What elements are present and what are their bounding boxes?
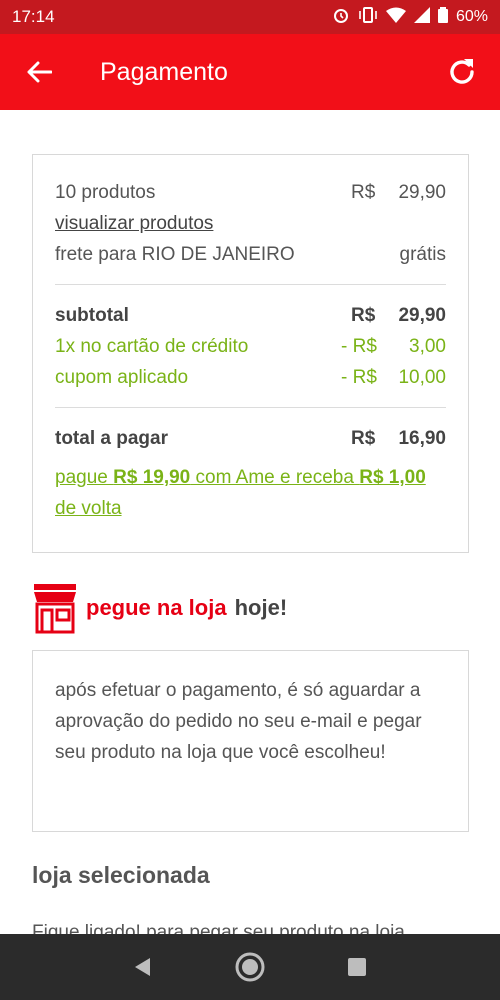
- nav-recents-button[interactable]: [337, 947, 377, 987]
- triangle-back-icon: [135, 958, 151, 976]
- app-bar: Pagamento: [0, 34, 500, 110]
- pickup-info-card: após efetuar o pagamento, é só aguardar …: [32, 650, 469, 832]
- amount: 29,90: [398, 182, 446, 203]
- ame-text: com Ame e receba: [190, 467, 360, 488]
- ame-text: pague: [55, 467, 114, 488]
- selected-store-text: Fique ligado! para pegar seu produto na …: [32, 922, 405, 934]
- status-time: 17:14: [12, 7, 55, 26]
- selected-store-title: loja selecionada: [32, 862, 210, 888]
- wifi-icon: [385, 7, 406, 28]
- status-icons: 60%: [332, 6, 488, 29]
- products-amount: R$ 29,90: [351, 177, 446, 208]
- amount: 10,00: [398, 367, 446, 388]
- refresh-icon: [450, 59, 474, 84]
- subtotal-label: subtotal: [55, 305, 129, 326]
- pickup-title-highlight: pegue na loja: [86, 595, 227, 620]
- products-label: 10 produtos: [55, 182, 156, 203]
- shipping-row: frete para RIO DE JANEIRO grátis: [55, 239, 446, 270]
- view-products-link[interactable]: visualizar produtos: [55, 208, 446, 239]
- card-discount-row: 1x no cartão de crédito - R$ 3,00: [55, 331, 446, 362]
- amount: 3,00: [409, 336, 446, 357]
- system-nav-bar: [0, 934, 500, 1000]
- subtotal-row: subtotal R$ 29,90: [55, 300, 446, 331]
- shipping-label: frete para RIO DE JANEIRO: [55, 244, 295, 265]
- signal-icon: [413, 6, 430, 28]
- card-discount-amount: - R$ 3,00: [341, 331, 446, 362]
- total-label: total a pagar: [55, 428, 168, 449]
- square-recents-icon: [347, 958, 366, 976]
- coupon-row: cupom aplicado - R$ 10,00: [55, 362, 446, 393]
- amount: 16,90: [398, 428, 446, 449]
- currency: R$: [351, 428, 376, 449]
- coupon-label: cupom aplicado: [55, 367, 189, 388]
- pickup-heading: pegue na loja hoje!: [32, 582, 287, 634]
- arrow-left-icon: [27, 61, 52, 83]
- divider: [55, 284, 446, 285]
- store-icon: [34, 584, 76, 634]
- pickup-title-rest: hoje!: [234, 595, 288, 620]
- ame-cashback: R$ 1,00: [359, 467, 426, 488]
- nav-home-button[interactable]: [230, 947, 270, 987]
- back-button[interactable]: [0, 34, 78, 110]
- currency: R$: [351, 182, 376, 203]
- main-content: 10 produtos R$ 29,90 visualizar produtos…: [0, 110, 500, 934]
- pickup-info-text: após efetuar o pagamento, é só aguardar …: [55, 680, 422, 763]
- battery-percent: 60%: [455, 8, 488, 25]
- status-bar: 17:14 60%: [0, 0, 500, 34]
- refresh-button[interactable]: [424, 34, 500, 110]
- subtotal-amount: R$ 29,90: [351, 300, 446, 331]
- order-summary-card: 10 produtos R$ 29,90 visualizar produtos…: [32, 154, 469, 553]
- battery-icon: [437, 6, 448, 28]
- page-title: Pagamento: [100, 57, 228, 86]
- ame-cashback-link[interactable]: pague R$ 19,90 com Ame e receba R$ 1,00 …: [55, 462, 446, 524]
- currency: - R$: [341, 367, 377, 388]
- circle-home-icon: [235, 952, 265, 982]
- amount: 29,90: [398, 305, 446, 326]
- card-discount-label: 1x no cartão de crédito: [55, 336, 249, 357]
- alarm-icon: [332, 6, 350, 29]
- total-row: total a pagar R$ 16,90: [55, 423, 446, 454]
- coupon-amount: - R$ 10,00: [341, 362, 446, 393]
- ame-price: R$ 19,90: [113, 467, 191, 488]
- currency: R$: [351, 305, 376, 326]
- vibrate-icon: [358, 6, 378, 29]
- divider: [55, 407, 446, 408]
- shipping-value: grátis: [399, 244, 446, 265]
- nav-back-button[interactable]: [123, 947, 163, 987]
- ame-text: de volta: [55, 498, 122, 519]
- currency: - R$: [341, 336, 377, 357]
- total-amount: R$ 16,90: [351, 423, 446, 454]
- products-row: 10 produtos R$ 29,90: [55, 177, 446, 208]
